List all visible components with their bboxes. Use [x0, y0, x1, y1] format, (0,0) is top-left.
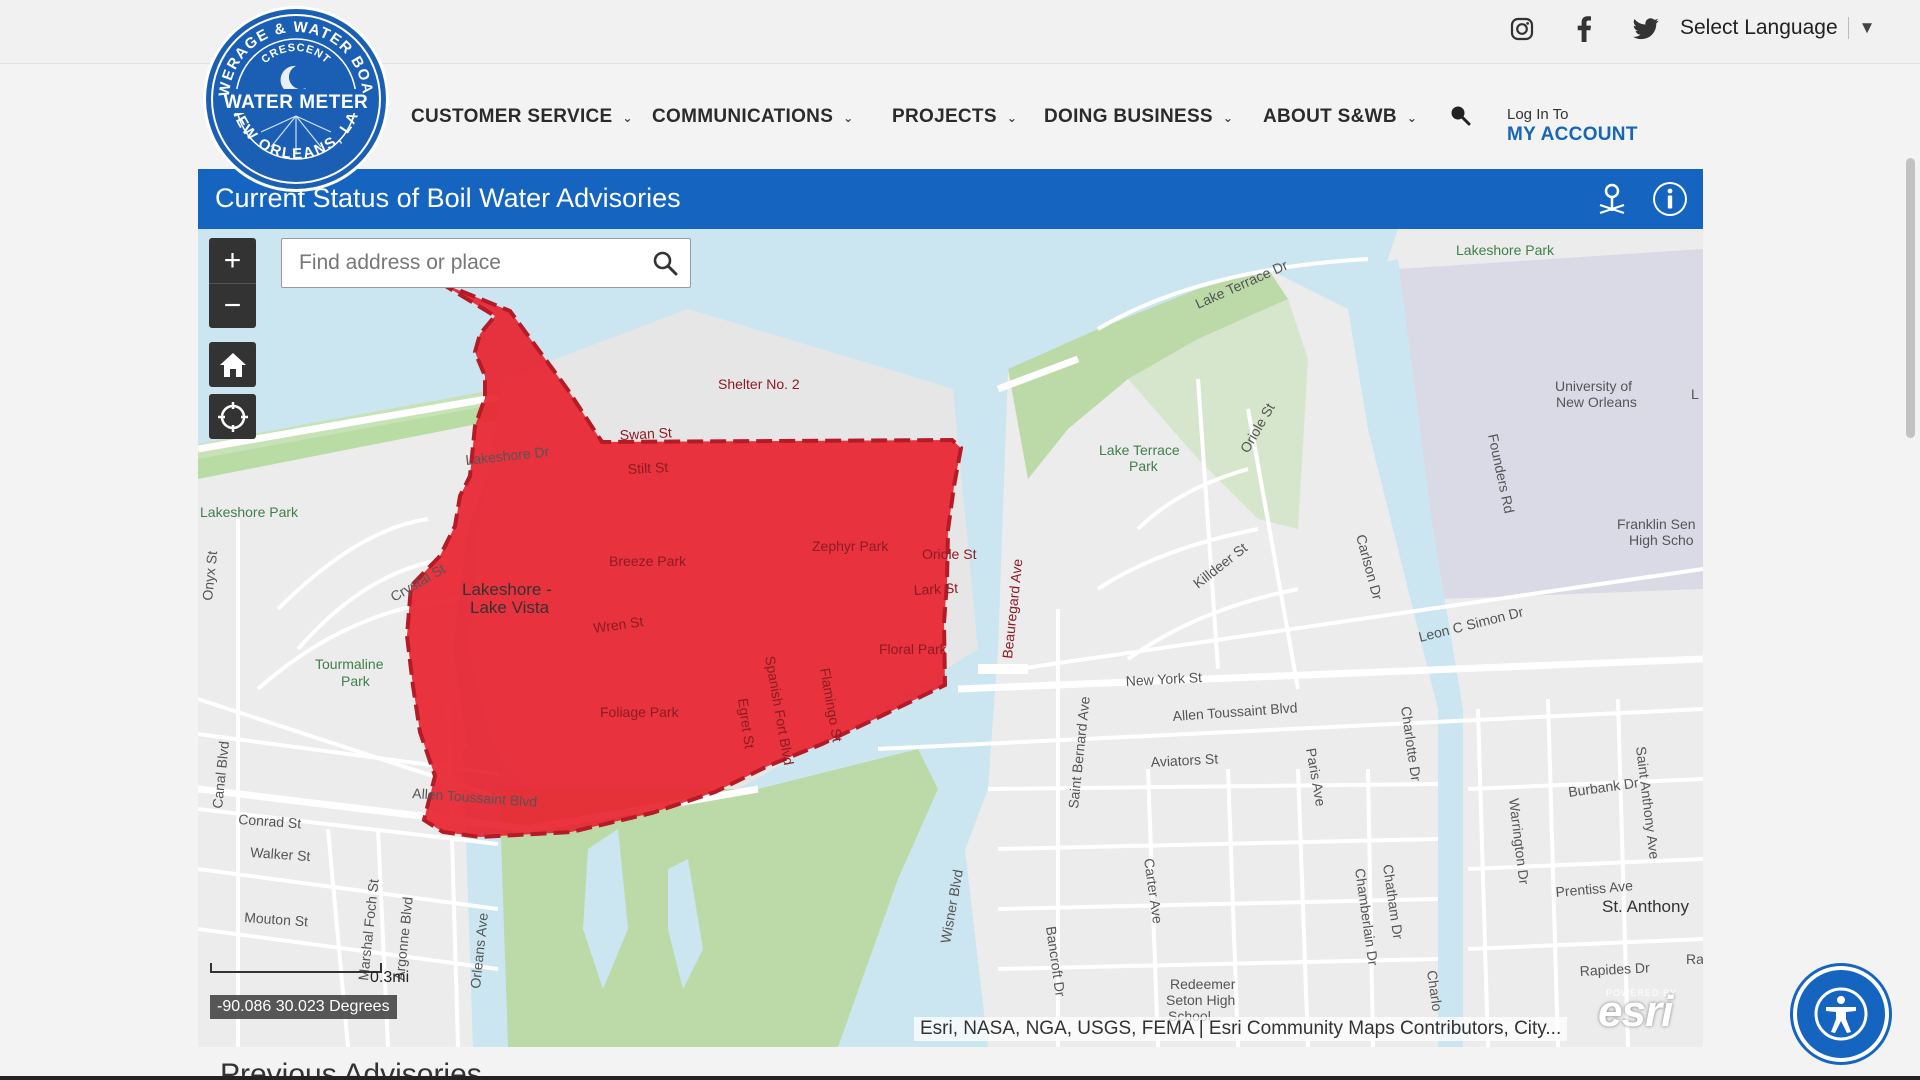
locate-icon — [217, 401, 248, 432]
facebook-icon[interactable] — [1569, 14, 1599, 44]
nav-communications[interactable]: COMMUNICATIONS ⌄ — [652, 106, 854, 128]
zoom-controls: + − — [209, 238, 256, 328]
map-label: Ra — [1686, 951, 1703, 967]
nav-projects[interactable]: PROJECTS ⌄ — [892, 106, 1017, 128]
login-my-account[interactable]: Log In To MY ACCOUNT — [1507, 106, 1638, 146]
map-label: Stilt St — [627, 459, 668, 477]
zoom-in-button[interactable]: + — [209, 238, 256, 283]
map-label: Park — [341, 673, 371, 689]
map-label: Foliage Park — [600, 704, 680, 720]
language-select[interactable]: Select Language ▼ — [1680, 16, 1875, 40]
map-label: Seton High — [1166, 992, 1235, 1008]
bottom-border — [0, 1076, 1920, 1080]
map-label: Lakeshore Park — [200, 504, 299, 520]
map-label: New Orleans — [1556, 394, 1637, 410]
map-label: Park — [1129, 458, 1159, 474]
map-label: Redeemer — [1170, 976, 1236, 992]
map-label: Breeze Park — [609, 553, 687, 569]
esri-logo[interactable]: esri — [1598, 987, 1673, 1037]
search-icon[interactable] — [1449, 104, 1471, 131]
chevron-down-icon: ⌄ — [1406, 111, 1418, 125]
language-label: Select Language — [1680, 16, 1838, 39]
info-icon[interactable] — [1652, 181, 1688, 217]
nav-customer-service[interactable]: CUSTOMER SERVICE ⌄ — [411, 106, 633, 128]
nav-label: PROJECTS — [892, 106, 997, 127]
zoom-out-button[interactable]: − — [209, 283, 256, 328]
map-canvas[interactable]: Lakeshore Park Lake Terrace Dr Universit… — [198, 229, 1703, 1047]
search-input[interactable] — [282, 240, 632, 286]
locate-button[interactable] — [209, 394, 256, 439]
map-label: Zephyr Park — [812, 538, 889, 554]
map-label: Oriole St — [922, 546, 977, 562]
map-label: Lakeshore Park — [1456, 242, 1555, 258]
chevron-down-icon: ⌄ — [622, 111, 633, 125]
boil-water-map[interactable]: Current Status of Boil Water Advisories — [198, 169, 1703, 1047]
map-label: Franklin Sen — [1617, 516, 1696, 532]
map-header: Current Status of Boil Water Advisories — [198, 169, 1703, 229]
nav-doing-business[interactable]: DOING BUSINESS ⌄ — [1044, 106, 1233, 128]
nav-label: ABOUT S&WB — [1263, 106, 1397, 127]
language-separator — [1847, 17, 1849, 39]
nav-label: DOING BUSINESS — [1044, 106, 1213, 127]
scale-bar-line — [210, 963, 382, 973]
nav-about[interactable]: ABOUT S&WB ⌄ — [1263, 106, 1417, 128]
logo-center-text: WATER METER — [224, 92, 368, 113]
map-search — [281, 238, 691, 288]
map-label: Floral Park — [879, 641, 948, 657]
chevron-down-icon: ▼ — [1858, 18, 1876, 37]
map-label: St. Anthony — [1602, 897, 1689, 916]
chevron-down-icon: ⌄ — [1006, 111, 1018, 125]
home-button[interactable] — [209, 342, 256, 387]
nav-label: COMMUNICATIONS — [652, 106, 834, 127]
scale-bar: 0.3mi — [210, 963, 409, 986]
page-scrollbar[interactable] — [1906, 158, 1915, 438]
accessibility-button[interactable] — [1793, 966, 1889, 1062]
nav-label: CUSTOMER SERVICE — [411, 106, 613, 127]
map-label: Lark St — [913, 580, 958, 598]
map-label: University of — [1555, 378, 1632, 394]
scale-label: 0.3mi — [370, 969, 410, 986]
login-my-account-text: MY ACCOUNT — [1507, 124, 1638, 145]
measure-pin-icon[interactable] — [1594, 181, 1630, 217]
twitter-icon[interactable] — [1631, 14, 1661, 44]
coordinate-readout: -90.086 30.023 Degrees — [210, 995, 397, 1019]
login-small-text: Log In To — [1507, 106, 1569, 123]
social-links — [1507, 14, 1661, 44]
home-icon — [219, 352, 246, 377]
map-attribution[interactable]: Esri, NASA, NGA, USGS, FEMA | Esri Commu… — [914, 1017, 1568, 1041]
map-label: Swan St — [619, 424, 672, 443]
swb-logo[interactable]: SEWERAGE & WATER BOARD NEW ORLEANS, LA. … — [195, 0, 391, 194]
map-label: Tourmaline — [315, 656, 384, 672]
map-label: Lake Terrace — [1099, 442, 1180, 458]
map-label: Lake Vista — [470, 598, 550, 617]
map-label: L — [1691, 386, 1699, 402]
map-label: Lakeshore - — [462, 580, 552, 599]
instagram-icon[interactable] — [1507, 14, 1537, 44]
map-label: Shelter No. 2 — [718, 376, 800, 392]
map-label: High Scho — [1629, 532, 1694, 548]
accessibility-icon — [1814, 987, 1868, 1041]
chevron-down-icon: ⌄ — [1222, 111, 1234, 125]
search-icon[interactable] — [652, 250, 678, 281]
chevron-down-icon: ⌄ — [843, 111, 854, 125]
